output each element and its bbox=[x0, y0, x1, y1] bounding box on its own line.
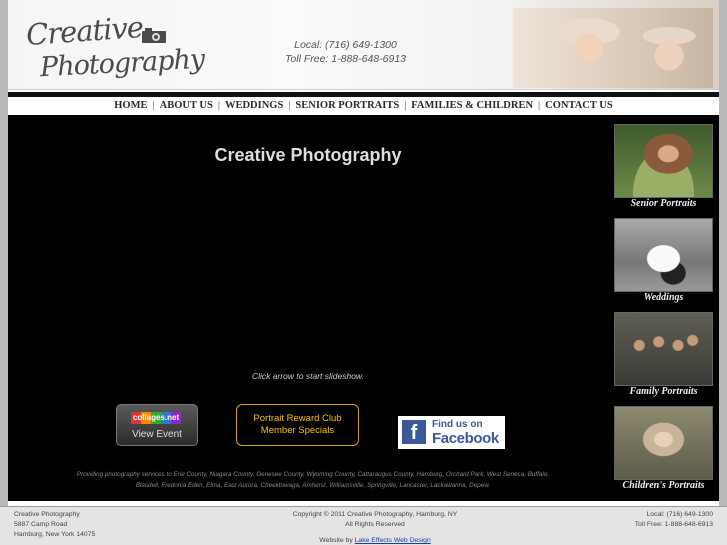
credit-prefix: Website by bbox=[319, 537, 353, 544]
nav-weddings[interactable]: WEDDINGS bbox=[225, 100, 283, 111]
footer-business-name: Creative Photography bbox=[14, 511, 80, 518]
reward-line-2: Member Specials bbox=[260, 425, 335, 436]
gallery-sidebar: Senior Portraits Weddings Family Portrai… bbox=[612, 115, 719, 501]
nav-about-us[interactable]: ABOUT US bbox=[160, 100, 213, 111]
nav-separator: | bbox=[538, 100, 541, 111]
footer-city: Hamburg, New York 14075 bbox=[14, 531, 96, 538]
page-title: Creative Photography bbox=[214, 145, 402, 165]
camera-icon bbox=[142, 28, 166, 43]
slideshow-hint: Click arrow to start slideshow. bbox=[252, 371, 364, 381]
header-babies-photo bbox=[513, 8, 713, 88]
facebook-line-1: Find us on bbox=[432, 419, 483, 430]
view-event-label: View Event bbox=[132, 429, 182, 440]
children-thumbnail bbox=[614, 406, 713, 480]
header-phone-tollfree: Toll Free: 1-888-648-6913 bbox=[284, 53, 407, 65]
footer: Creative Photography 5887 Camp Road Hamb… bbox=[0, 506, 727, 545]
nav-families-children[interactable]: FAMILIES & CHILDREN bbox=[411, 100, 533, 111]
sidebar-item-label: Family Portraits bbox=[629, 386, 698, 397]
main-nav: HOME | ABOUT US | WEDDINGS | SENIOR PORTRAITS |… bbox=[8, 97, 719, 115]
collages-logo: collages.net bbox=[131, 412, 181, 424]
footer-phone-local: Local: (716) 649-1300 bbox=[646, 511, 713, 518]
rights-text: All Rights Reserved bbox=[345, 521, 405, 528]
facebook-button[interactable]: f Find us on Facebook bbox=[398, 416, 505, 449]
header-contact: Local: (716) 649-1300 Toll Free: 1-888-6… bbox=[278, 38, 413, 66]
reward-club-button[interactable]: Portrait Reward Club Member Specials bbox=[236, 404, 359, 446]
reward-line-1: Portrait Reward Club bbox=[253, 413, 342, 424]
sidebar-item-childrens-portraits[interactable]: Children's Portraits bbox=[613, 397, 714, 491]
page-frame: Creative Photography Local: (716) 649-13… bbox=[8, 0, 719, 510]
nav-senior-portraits[interactable]: SENIOR PORTRAITS bbox=[295, 100, 399, 111]
nav-home[interactable]: HOME bbox=[114, 100, 147, 111]
sidebar-item-senior-portraits[interactable]: Senior Portraits bbox=[613, 115, 714, 209]
service-area-text: Providing photography services to Erie C… bbox=[38, 469, 588, 491]
service-area-line-1: Providing photography services to Erie C… bbox=[76, 471, 550, 478]
footer-credit: Website by Lake Effects Web Design bbox=[260, 537, 490, 544]
footer-phones: Local: (716) 649-1300 Toll Free: 1-888-6… bbox=[635, 510, 713, 530]
senior-portrait-thumbnail bbox=[614, 124, 713, 198]
sidebar-item-label: Weddings bbox=[643, 292, 684, 303]
footer-address: Creative Photography 5887 Camp Road Hamb… bbox=[14, 510, 95, 540]
site-logo[interactable]: Creative Photography bbox=[24, 8, 205, 86]
nav-separator: | bbox=[152, 100, 155, 111]
footer-copyright: Copyright © 2011 Creative Photography, H… bbox=[260, 510, 490, 530]
footer-street: 5887 Camp Road bbox=[14, 521, 68, 528]
sidebar-item-label: Children's Portraits bbox=[622, 480, 705, 491]
main-content: Creative Photography Click arrow to star… bbox=[8, 115, 612, 501]
logo-line-2: Photography bbox=[39, 43, 205, 84]
collages-view-event-button[interactable]: collages.net View Event bbox=[116, 404, 198, 446]
web-design-link[interactable]: Lake Effects Web Design bbox=[355, 537, 431, 544]
facebook-icon: f bbox=[402, 420, 426, 444]
sidebar-item-family-portraits[interactable]: Family Portraits bbox=[613, 303, 714, 397]
facebook-line-2: Facebook bbox=[432, 430, 499, 447]
nav-separator: | bbox=[288, 100, 291, 111]
nav-separator: | bbox=[217, 100, 220, 111]
sidebar-item-label: Senior Portraits bbox=[630, 198, 697, 209]
service-area-line-2: Blasdell, Fredonia Eden, Elma, East Auro… bbox=[135, 482, 491, 489]
header: Creative Photography Local: (716) 649-13… bbox=[8, 0, 719, 90]
nav-contact-us[interactable]: CONTACT US bbox=[545, 100, 613, 111]
header-phone-local: Local: (716) 649-1300 bbox=[294, 39, 397, 51]
sidebar-item-weddings[interactable]: Weddings bbox=[613, 209, 714, 303]
copyright-text: Copyright © 2011 Creative Photography, H… bbox=[292, 511, 458, 518]
wedding-thumbnail bbox=[614, 218, 713, 292]
nav-separator: | bbox=[404, 100, 407, 111]
family-thumbnail bbox=[614, 312, 713, 386]
footer-phone-tollfree: Toll Free: 1-888-648-6913 bbox=[634, 521, 713, 528]
logo-line-1: Creative bbox=[24, 9, 145, 53]
